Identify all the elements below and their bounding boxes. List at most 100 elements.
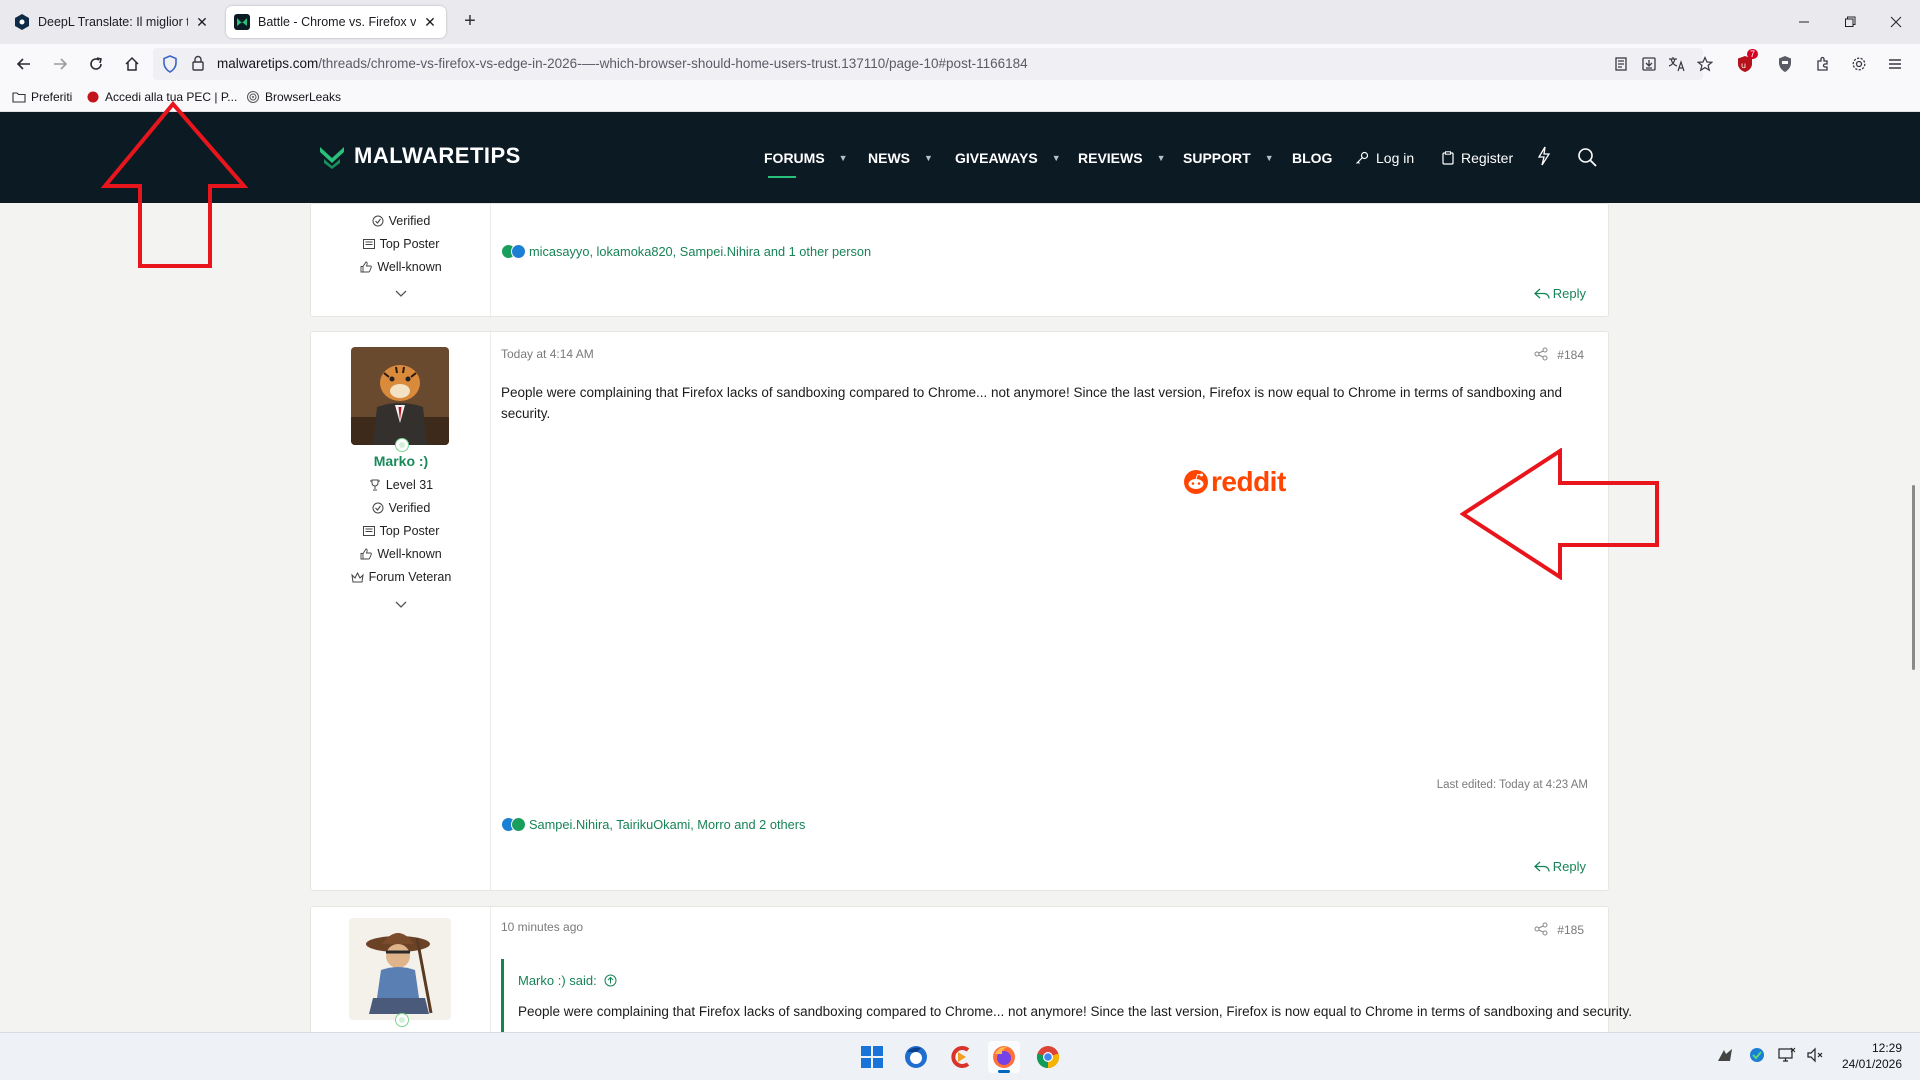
tab-strip: DeepL Translate: Il miglior tradu ✕ Batt… [0,0,1920,44]
check-circle-icon [372,502,384,514]
restore-icon[interactable] [1827,0,1873,44]
quote-header[interactable]: Marko :) said: [518,973,617,988]
search-icon[interactable] [1577,147,1597,167]
ublock-icon[interactable]: u 7 [1731,49,1759,78]
post-timestamp[interactable]: 10 minutes ago [501,920,583,934]
chevron-down-icon[interactable] [393,599,409,611]
nav-label: GIVEAWAYS [955,150,1038,166]
extension-badge: 7 [1747,49,1759,59]
annotation-arrow-up-icon [100,100,249,268]
nav-forums[interactable]: FORUMS ▼ [764,150,848,166]
caret-down-icon[interactable]: ▼ [1052,153,1061,163]
reaction-summary[interactable]: Sampei.Nihira, TairikuOkami, Morro and 2… [501,817,805,832]
privacy-shield-icon[interactable] [1771,50,1799,78]
share-icon[interactable] [1534,922,1548,941]
bookmark-preferiti[interactable]: Preferiti [12,90,72,104]
avatar[interactable] [349,918,451,1020]
caret-down-icon[interactable]: ▼ [1157,153,1166,163]
reaction-summary[interactable]: micasayyo, lokamoka820, Sampei.Nihira an… [501,244,871,259]
forward-icon[interactable] [46,50,74,78]
windows-start-icon[interactable] [856,1041,888,1073]
share-icon[interactable] [1534,347,1548,366]
online-status-indicator [395,438,409,452]
post-number[interactable]: #185 [1557,923,1584,937]
nav-giveaways[interactable]: GIVEAWAYS ▼ [955,150,1061,166]
reddit-embed[interactable]: reddit [1183,466,1286,498]
post-author-name[interactable]: Marko :) [311,453,491,469]
reaction-icons [501,244,526,259]
page-scrollbar-thumb[interactable] [1912,485,1915,670]
security-tray-icon[interactable] [1748,1047,1766,1063]
home-icon[interactable] [118,50,146,78]
close-icon[interactable]: ✕ [422,14,438,31]
clipboard-icon [1442,151,1454,165]
volume-muted-icon[interactable] [1806,1047,1824,1063]
lock-icon[interactable] [191,55,205,76]
tab-deepl[interactable]: DeepL Translate: Il miglior tradu ✕ [6,6,218,38]
folder-icon [12,90,26,104]
nav-label: BLOG [1292,150,1333,166]
bookmark-browserleaks[interactable]: BrowserLeaks [246,90,341,104]
nav-reviews[interactable]: REVIEWS ▼ [1078,150,1166,166]
crown-icon [350,571,364,583]
shield-icon[interactable] [162,55,178,78]
thunderbird-icon[interactable] [900,1041,932,1073]
post-timestamp[interactable]: Today at 4:14 AM [501,347,594,361]
chevron-down-icon[interactable] [393,288,409,300]
message-icon [362,526,375,536]
nav-label: Register [1461,150,1514,166]
login-link[interactable]: Log in [1355,150,1414,166]
register-link[interactable]: Register [1442,150,1513,166]
reaction-users[interactable]: Sampei.Nihira, TairikuOkami, Morro and 2… [529,817,805,832]
caret-down-icon[interactable]: ▼ [839,153,848,163]
trophy-icon [369,479,381,491]
nav-label: SUPPORT [1183,150,1251,166]
reply-icon [1533,861,1550,872]
nav-blog[interactable]: BLOG [1292,150,1332,166]
close-window-icon[interactable] [1873,0,1919,44]
caret-down-icon[interactable]: ▼ [1265,153,1274,163]
ccleaner-icon[interactable] [945,1041,977,1073]
site-header: MALWARETIPS FORUMS ▼ NEWS ▼ GIVEAWAYS ▼ REV… [0,112,1920,203]
nav-support[interactable]: SUPPORT ▼ [1183,150,1274,166]
reaction-users[interactable]: micasayyo, lokamoka820, Sampei.Nihira an… [529,244,871,259]
url-text[interactable]: malwaretips.com/threads/chrome-vs-firefo… [217,56,1028,71]
malwaretips-logo-icon [320,147,344,169]
firefox-icon[interactable] [988,1041,1020,1073]
reload-icon[interactable] [82,50,110,78]
close-icon[interactable]: ✕ [194,14,210,31]
translate-icon[interactable] [1663,50,1691,78]
bookmark-star-icon[interactable] [1691,50,1719,78]
reply-label: Reply [1552,286,1586,301]
badge-label: Well-known [377,260,442,274]
site-logo[interactable]: MALWARETIPS [318,142,521,170]
tab-malwaretips[interactable]: Battle - Chrome vs. Firefox vs. E ✕ [226,6,446,38]
address-bar[interactable]: malwaretips.com/threads/chrome-vs-firefo… [153,48,1703,80]
post-number[interactable]: #184 [1557,348,1584,362]
extensions-puzzle-icon[interactable] [1809,50,1837,78]
network-icon[interactable] [1778,1047,1796,1063]
whats-new-bolt-icon[interactable] [1537,146,1551,166]
system-clock[interactable]: 12:29 24/01/2026 [1842,1040,1902,1072]
user-badge-forum-veteran: Forum Veteran [311,570,491,584]
arrow-up-circle-icon[interactable] [604,974,617,987]
menu-hamburger-icon[interactable] [1881,50,1909,78]
active-app-indicator [998,1070,1010,1073]
reader-view-icon[interactable] [1607,50,1635,78]
download-page-icon[interactable] [1635,50,1663,78]
cowboy-avatar-image [349,918,451,1020]
avatar[interactable] [351,347,449,445]
nav-news[interactable]: NEWS ▼ [868,150,933,166]
bookmark-label: BrowserLeaks [265,90,342,104]
minimize-icon[interactable] [1781,0,1827,44]
caret-down-icon[interactable]: ▼ [924,153,933,163]
reply-button[interactable]: Reply [1533,859,1586,874]
badge-label: Well-known [377,547,442,561]
new-tab-button[interactable]: + [458,10,482,34]
settings-gear-icon[interactable] [1845,50,1873,78]
back-icon[interactable] [10,50,38,78]
chrome-icon[interactable] [1032,1041,1064,1073]
user-badge-top-poster: Top Poster [311,237,491,251]
reply-button[interactable]: Reply [1533,286,1586,301]
tray-app-icon[interactable] [1716,1047,1734,1063]
